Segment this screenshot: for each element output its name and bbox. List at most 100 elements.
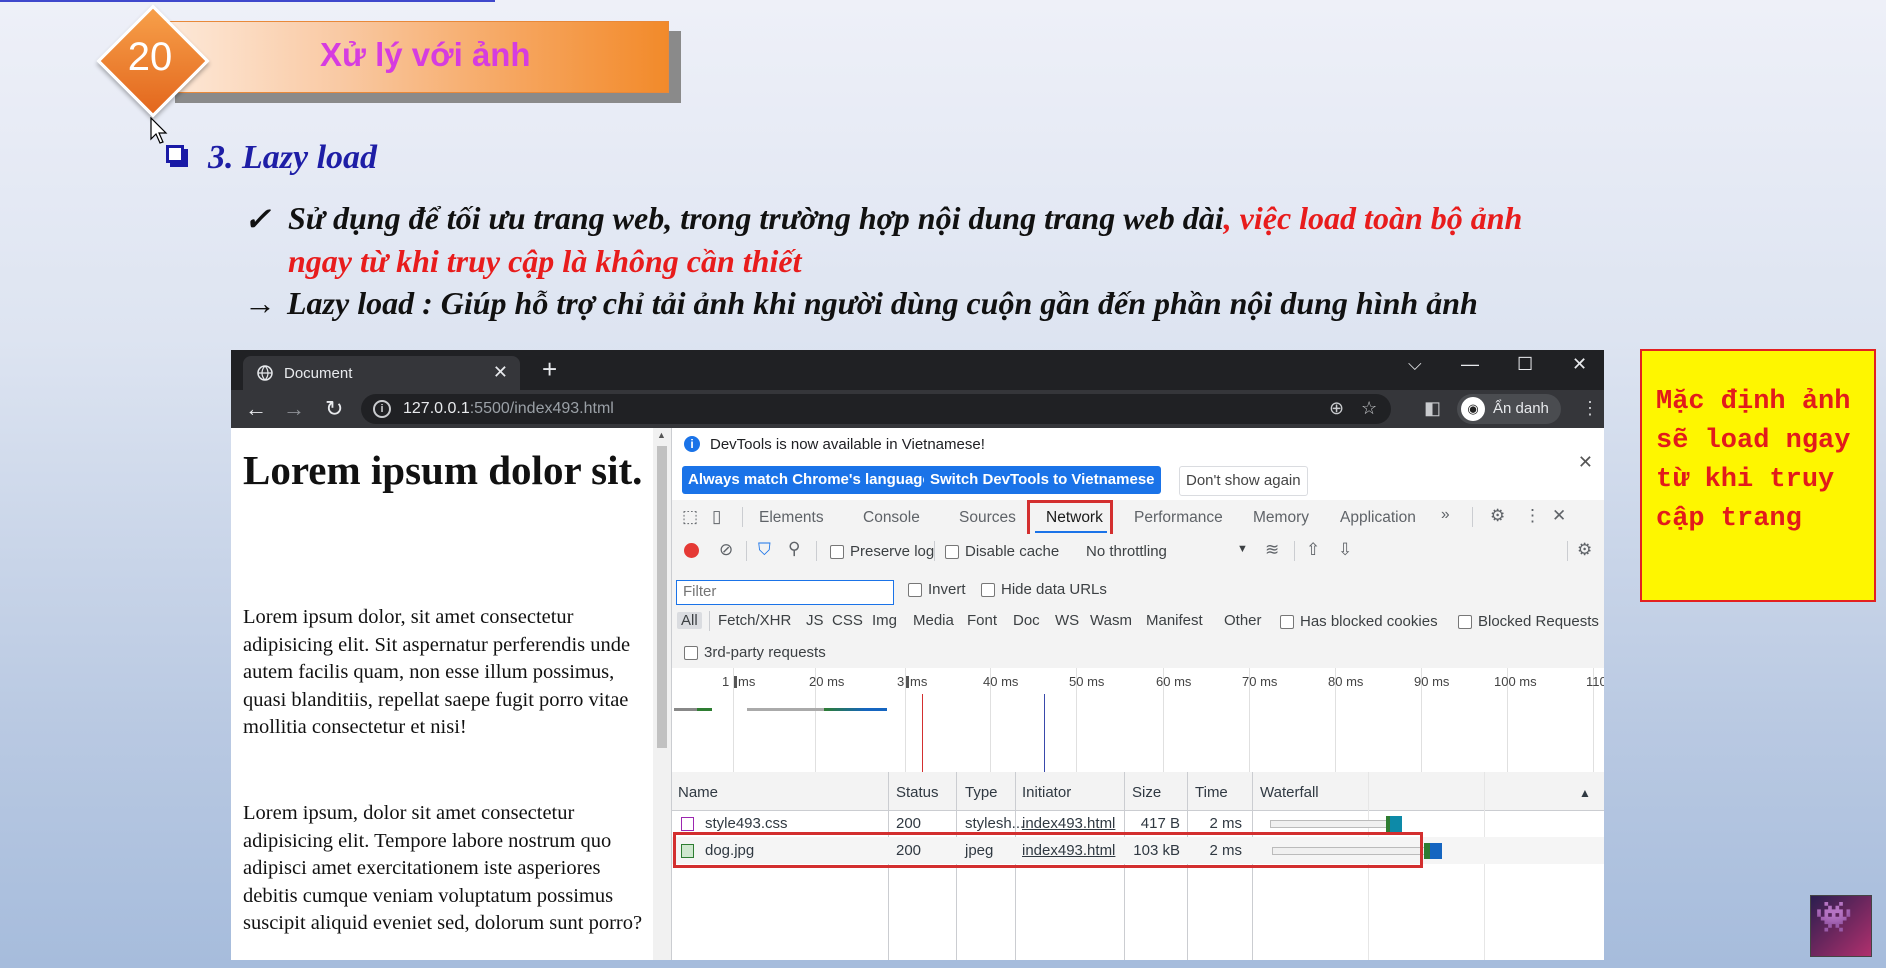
dom-content-loaded-line <box>1044 694 1045 772</box>
close-window-button[interactable]: ✕ <box>1572 354 1587 375</box>
filter-manifest[interactable]: Manifest <box>1146 612 1203 629</box>
tab-performance[interactable]: Performance <box>1134 509 1223 527</box>
col-time[interactable]: Time <box>1195 784 1228 801</box>
waterfall-gridline <box>1484 772 1485 960</box>
back-arrow-icon[interactable]: ← <box>245 396 267 422</box>
col-initiator[interactable]: Initiator <box>1022 784 1071 801</box>
col-size[interactable]: Size <box>1132 784 1161 801</box>
throttling-select[interactable]: No throttling <box>1086 543 1167 560</box>
tab-close-icon[interactable]: ✕ <box>493 362 508 383</box>
incognito-profile-button[interactable]: ◉ Ẩn danh <box>1457 394 1561 424</box>
network-toolbar: ⊘ ⛉ ⚲ Preserve log Disable cache No thro… <box>672 534 1604 569</box>
switch-vietnamese-button[interactable]: Switch DevTools to Vietnamese <box>924 466 1161 494</box>
tab-memory[interactable]: Memory <box>1253 509 1309 527</box>
network-overview-timeline[interactable]: 1 ms 20 ms 3 ms 40 ms 50 ms 60 ms 70 ms … <box>672 668 1604 773</box>
paragraph-1: Lorem ipsum dolor, sit amet consectetur … <box>243 606 631 738</box>
filter-media[interactable]: Media <box>913 612 954 629</box>
filter-fetch-xhr[interactable]: Fetch/XHR <box>718 612 791 629</box>
row-initiator-link[interactable]: index493.html <box>1022 815 1115 832</box>
row-name: style493.css <box>705 815 788 832</box>
match-language-button[interactable]: Always match Chrome's language <box>682 466 937 494</box>
waterfall-bar <box>1430 843 1442 859</box>
dont-show-again-button[interactable]: Don't show again <box>1179 466 1308 496</box>
col-type[interactable]: Type <box>965 784 998 801</box>
bookmark-star-icon[interactable]: ☆ <box>1361 398 1377 419</box>
filter-js[interactable]: JS <box>806 612 824 629</box>
network-settings-icon[interactable]: ⚙ <box>1577 540 1592 560</box>
record-icon[interactable] <box>684 543 699 558</box>
info-icon: i <box>684 436 700 452</box>
devtools-menu-icon[interactable]: ⋮ <box>1524 506 1541 526</box>
site-info-icon[interactable]: i <box>373 400 391 418</box>
search-icon[interactable]: ⚲ <box>788 539 800 559</box>
timeline-marker <box>906 676 909 688</box>
tab-elements[interactable]: Elements <box>759 509 824 527</box>
tab-application[interactable]: Application <box>1340 509 1416 527</box>
network-conditions-icon[interactable]: ≋ <box>1265 540 1279 560</box>
avatar-icon: 👾 <box>1815 901 1853 934</box>
third-party-checkbox[interactable] <box>684 646 698 660</box>
tab-sources[interactable]: Sources <box>959 509 1016 527</box>
hide-data-urls-checkbox[interactable] <box>981 583 995 597</box>
throttle-dropdown-icon[interactable]: ▼ <box>1237 543 1248 555</box>
timeline-label: 50 ms <box>1069 674 1105 689</box>
timeline-marker <box>734 676 737 688</box>
disable-cache-checkbox[interactable] <box>945 545 959 559</box>
blocked-requests-checkbox[interactable] <box>1458 615 1472 629</box>
clear-icon[interactable]: ⊘ <box>719 540 733 560</box>
zoom-icon[interactable]: ⊕ <box>1329 398 1344 419</box>
requests-table: Name Status Type Initiator Size Time Wat… <box>672 772 1604 960</box>
new-tab-button[interactable]: + <box>542 354 557 385</box>
more-tabs-icon[interactable]: » <box>1441 506 1450 524</box>
filter-input[interactable] <box>677 581 889 602</box>
browser-tab[interactable]: Document ✕ <box>243 356 520 390</box>
sort-ascending-icon[interactable]: ▲ <box>1579 786 1591 800</box>
address-bar[interactable]: i 127.0.0.1:5500/index493.html ⊕ ☆ <box>361 394 1391 424</box>
preserve-log-checkbox[interactable] <box>830 545 844 559</box>
filter-doc[interactable]: Doc <box>1013 612 1040 629</box>
timeline-label: 100 ms <box>1494 674 1537 689</box>
reload-icon[interactable]: ↻ <box>325 396 343 422</box>
filter-css[interactable]: CSS <box>832 612 863 629</box>
menu-kebab-icon[interactable]: ⋮ <box>1581 398 1599 419</box>
dog-jpg-row-highlight <box>673 832 1423 868</box>
import-har-icon[interactable]: ⇧ <box>1306 540 1320 560</box>
blocked-cookies-checkbox[interactable] <box>1280 615 1294 629</box>
filter-font[interactable]: Font <box>967 612 997 629</box>
minimize-button[interactable]: — <box>1461 354 1479 375</box>
forward-arrow-icon[interactable]: → <box>283 396 305 422</box>
tab-console[interactable]: Console <box>863 509 920 527</box>
row-status: 200 <box>896 815 922 832</box>
close-devtools-icon[interactable]: ✕ <box>1552 506 1566 526</box>
col-name[interactable]: Name <box>678 784 718 801</box>
slide-title: Xử lý với ảnh <box>320 36 531 73</box>
filter-other[interactable]: Other <box>1224 612 1262 629</box>
filter-all[interactable]: All <box>677 612 702 629</box>
filter-icon[interactable]: ⛉ <box>758 540 771 560</box>
checkmark-icon: ✓ <box>244 201 271 237</box>
col-waterfall[interactable]: Waterfall <box>1260 784 1319 801</box>
side-panel-icon[interactable]: ◧ <box>1424 398 1441 419</box>
css-file-icon <box>681 817 694 831</box>
scrollbar-thumb[interactable] <box>657 446 667 748</box>
row-type: stylesh... <box>965 815 1025 832</box>
page-scrollbar[interactable]: ▲ <box>653 428 671 960</box>
invert-checkbox[interactable] <box>908 583 922 597</box>
export-har-icon[interactable]: ⇩ <box>1338 540 1352 560</box>
filter-field[interactable] <box>676 580 894 605</box>
third-party-label: 3rd-party requests <box>704 644 826 661</box>
channel-avatar[interactable]: 👾 <box>1810 895 1872 957</box>
infobar-close-icon[interactable]: ✕ <box>1578 452 1593 473</box>
filter-wasm[interactable]: Wasm <box>1090 612 1132 629</box>
device-toolbar-icon[interactable]: ▯ <box>712 507 721 527</box>
row-time: 2 ms <box>1209 815 1242 832</box>
separator <box>934 541 935 561</box>
col-status[interactable]: Status <box>896 784 939 801</box>
filter-img[interactable]: Img <box>872 612 897 629</box>
tab-search-icon[interactable]: ⌵ <box>1408 354 1422 375</box>
maximize-button[interactable]: ☐ <box>1517 354 1533 375</box>
settings-gear-icon[interactable]: ⚙ <box>1490 506 1505 526</box>
filter-ws[interactable]: WS <box>1055 612 1079 629</box>
inspect-element-icon[interactable]: ⬚ <box>682 507 698 527</box>
scroll-up-icon[interactable]: ▲ <box>657 430 666 440</box>
